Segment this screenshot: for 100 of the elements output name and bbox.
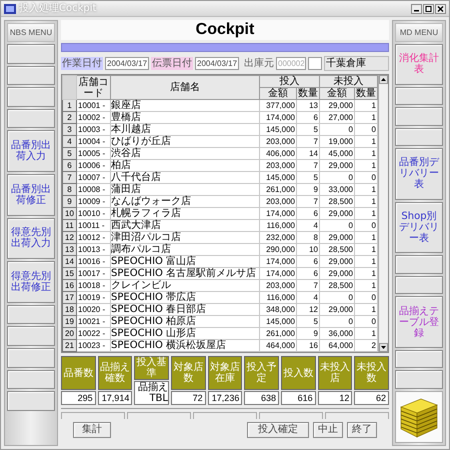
total-button[interactable]: 集計: [73, 422, 111, 438]
table-cell: 本川越店: [110, 124, 260, 136]
table-cell: 0: [320, 316, 354, 328]
menu-button[interactable]: [7, 370, 55, 390]
menu-button[interactable]: 品揃えテーブル登録: [395, 296, 443, 348]
menu-button[interactable]: [7, 304, 55, 324]
scroll-down-icon[interactable]: [379, 343, 388, 352]
field-label: 伝票日付: [151, 56, 193, 70]
menu-button[interactable]: [7, 44, 55, 64]
status-panel: [61, 412, 125, 419]
menu-button[interactable]: [7, 326, 55, 346]
table-cell: SPEOCHIO 横浜松坂屋店: [110, 340, 260, 352]
summary-value: 616: [281, 391, 316, 405]
summary-value: 62: [354, 391, 389, 405]
menu-button[interactable]: [7, 66, 55, 86]
menu-button[interactable]: [395, 350, 443, 368]
table-cell: ひばりが丘店: [110, 136, 260, 148]
table-cell: 29,000: [320, 268, 354, 280]
row-number: 21: [62, 340, 76, 352]
table-cell: 6: [296, 208, 320, 220]
table-cell: 29,000: [320, 100, 354, 112]
menu-button[interactable]: 得意先別出荷修正: [7, 261, 55, 303]
table-cell: 銀座店: [110, 100, 260, 112]
table-cell: 八千代台店: [110, 172, 260, 184]
minimize-icon[interactable]: [411, 4, 422, 14]
menu-button[interactable]: 品番別デリバリー表: [395, 148, 443, 200]
exit-button[interactable]: 終了: [347, 422, 377, 438]
menu-button[interactable]: [7, 108, 55, 128]
table-cell: 10016 -: [76, 256, 110, 268]
table-cell: 203,000: [260, 280, 296, 292]
summary-value: 72: [171, 391, 206, 405]
table-cell: 10021 -: [76, 316, 110, 328]
table-cell: 145,000: [260, 172, 296, 184]
code-field[interactable]: 000002: [276, 56, 306, 70]
table-cell: 36,000: [320, 328, 354, 340]
row-number: 17: [62, 292, 76, 304]
menu-button[interactable]: [7, 87, 55, 107]
row-number: 10: [62, 208, 76, 220]
input-field[interactable]: [308, 56, 322, 70]
table-cell: 9: [296, 184, 320, 196]
table-cell: 203,000: [260, 196, 296, 208]
menu-button[interactable]: 品番別出荷入力: [7, 130, 55, 172]
menu-button[interactable]: 品番別出荷修正: [7, 174, 55, 216]
status-panel: [259, 412, 323, 419]
menu-button[interactable]: [7, 348, 55, 368]
table-cell: 290,000: [260, 244, 296, 256]
date-field[interactable]: 2004/03/17: [105, 56, 149, 70]
table-cell: 10012 -: [76, 232, 110, 244]
summary-value: 品揃えTBL: [134, 381, 169, 405]
row-number: 19: [62, 316, 76, 328]
table-cell: 10004 -: [76, 136, 110, 148]
menu-button[interactable]: [7, 391, 55, 411]
table-cell: 145,000: [260, 124, 296, 136]
table-cell: 7: [296, 280, 320, 292]
table-cell: 116,000: [260, 220, 296, 232]
row-number: 3: [62, 124, 76, 136]
table-cell: 10019 -: [76, 292, 110, 304]
table-cell: 4: [296, 220, 320, 232]
menu-button[interactable]: [395, 107, 443, 126]
row-number: 1: [62, 100, 76, 112]
column-header: 金額: [260, 88, 296, 100]
row-number: 8: [62, 184, 76, 196]
confirm-button[interactable]: 投入確定: [247, 422, 309, 438]
table-cell: 10007 -: [76, 172, 110, 184]
table-cell: クレインビル: [110, 280, 260, 292]
date-field[interactable]: 2004/03/17: [195, 56, 239, 70]
menu-button[interactable]: Shop別デリバリー表: [395, 202, 443, 254]
menu-button[interactable]: [395, 255, 443, 274]
menu-button[interactable]: 得意先別出荷入力: [7, 218, 55, 260]
table-cell: 豊橋店: [110, 112, 260, 124]
row-number: 5: [62, 148, 76, 160]
table-cell: 377,000: [260, 100, 296, 112]
menu-button[interactable]: [395, 86, 443, 106]
menu-button[interactable]: [395, 276, 443, 294]
table-cell: 10: [296, 244, 320, 256]
row-number: 4: [62, 136, 76, 148]
cancel-button[interactable]: 中止: [313, 422, 343, 438]
table-cell: 7: [296, 136, 320, 148]
summary-label: 投入数: [281, 356, 316, 390]
menu-button[interactable]: [395, 128, 443, 146]
menu-button[interactable]: [395, 370, 443, 390]
table-cell: 33,000: [320, 184, 354, 196]
table-cell: 29,000: [320, 232, 354, 244]
close-icon[interactable]: [435, 4, 446, 14]
maximize-icon[interactable]: [423, 4, 434, 14]
table-cell: 5: [296, 124, 320, 136]
table-cell: 19,000: [320, 136, 354, 148]
table-cell: 10001 -: [76, 100, 110, 112]
table-cell: 14: [296, 148, 320, 160]
scrollbar[interactable]: [378, 75, 388, 352]
table-cell: SPEOCHIO 柏原店: [110, 316, 260, 328]
row-number: 7: [62, 172, 76, 184]
field-label: 出庫元: [244, 56, 274, 70]
scroll-up-icon[interactable]: [379, 75, 388, 84]
summary-label: 投入基準: [134, 356, 169, 380]
summary-label: 品番数: [61, 356, 96, 390]
table-cell: 7: [296, 160, 320, 172]
table-cell: 調布パルコ店: [110, 244, 260, 256]
table-cell: 7: [296, 196, 320, 208]
table-cell: 渋谷店: [110, 148, 260, 160]
